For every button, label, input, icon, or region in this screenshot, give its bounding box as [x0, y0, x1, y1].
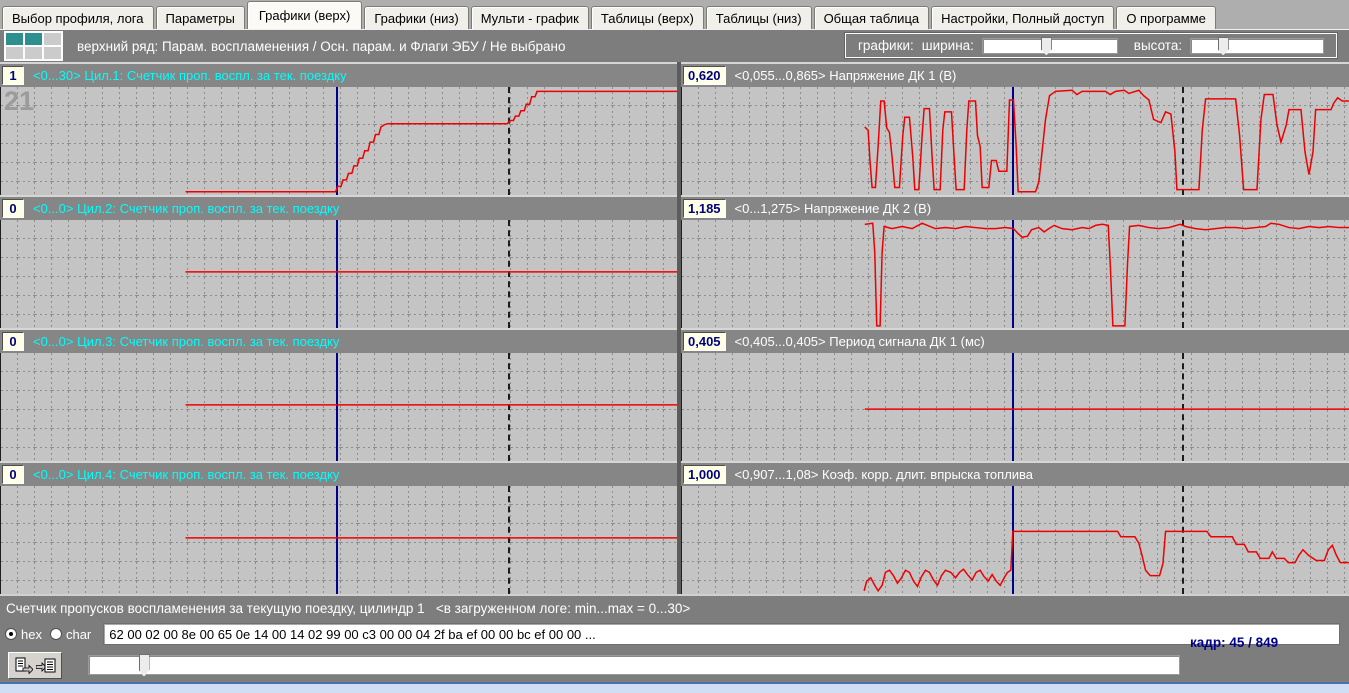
graph-o2-signal-period: 0,405 <0,405...0,405> Период сигнала ДК … [681, 328, 1349, 461]
char-radio-label[interactable]: char [66, 627, 91, 642]
graph-header: 1,185 <0...1,275> Напряжение ДК 2 (В) [681, 197, 1349, 220]
graph-plot-area[interactable]: 21 [0, 87, 677, 195]
height-slider-thumb[interactable] [1217, 36, 1229, 56]
tab-parameters[interactable]: Параметры [155, 6, 245, 29]
selector-cell-on[interactable] [24, 32, 43, 46]
graph-plot-area[interactable] [0, 353, 677, 461]
graph-current-value: 1,185 [683, 199, 726, 218]
graphs-label: графики: [858, 38, 914, 53]
graph-current-value: 0,405 [683, 332, 726, 351]
graph-title: <0,405...0,405> Период сигнала ДК 1 (мс) [734, 334, 985, 349]
graph-o2-sensor1-voltage: 0,620 <0,055...0,865> Напряжение ДК 1 (В… [681, 62, 1349, 195]
height-label: высота: [1133, 38, 1183, 53]
tab-tables-bottom[interactable]: Таблицы (низ) [705, 6, 812, 29]
app-window: Выбор профиля, лога Параметры Графики (в… [0, 0, 1349, 693]
graph-cyl3-misfire: 0 <0...0> Цил.3: Счетчик проп. воспл. за… [0, 328, 677, 461]
graph-title: <0,055...0,865> Напряжение ДК 1 (В) [734, 68, 957, 83]
graph-header: 1 <0...30> Цил.1: Счетчик проп. воспл. з… [0, 64, 677, 87]
graph-current-value: 1,000 [683, 465, 726, 484]
graph-header: 0 <0...0> Цил.2: Счетчик проп. воспл. за… [0, 197, 677, 220]
graph-title: <0...30> Цил.1: Счетчик проп. воспл. за … [33, 68, 347, 83]
char-radio[interactable] [49, 628, 62, 640]
tab-common-table[interactable]: Общая таблица [813, 6, 930, 29]
row-description-label: верхний ряд: Парам. воспламенения / Осн.… [77, 38, 566, 54]
tab-graphs-top[interactable]: Графики (верх) [246, 1, 363, 29]
graph-cyl1-misfire: 1 <0...30> Цил.1: Счетчик проп. воспл. з… [0, 62, 677, 195]
doc-arrow-in-icon [35, 658, 55, 672]
frame-slider-thumb[interactable] [138, 654, 150, 677]
export-button[interactable] [8, 651, 62, 679]
graph-o2-sensor2-voltage: 1,185 <0...1,275> Напряжение ДК 2 (В) [681, 195, 1349, 328]
height-slider[interactable] [1190, 36, 1324, 56]
graph-current-value: 0 [2, 332, 24, 351]
graph-plot-area[interactable] [681, 87, 1349, 195]
hex-radio-label[interactable]: hex [21, 627, 42, 642]
graph-plot-area[interactable] [681, 353, 1349, 461]
selected-parameter-description: Счетчик пропусков воспламенения за текущ… [6, 600, 691, 616]
graph-plot-area[interactable] [0, 220, 677, 328]
selector-cell-off[interactable] [43, 32, 62, 46]
selector-cell-off[interactable] [43, 46, 62, 60]
raw-frame-row: hex char 62 00 02 00 8e 00 65 0e 14 00 1… [0, 620, 1349, 648]
graphs-toolbar: верхний ряд: Парам. воспламенения / Осн.… [0, 29, 1349, 62]
tab-about[interactable]: О программе [1116, 6, 1216, 29]
graph-header: 0 <0...0> Цил.4: Счетчик проп. воспл. за… [0, 463, 677, 486]
raw-frame-data-field[interactable]: 62 00 02 00 8e 00 65 0e 14 00 14 02 99 0… [103, 623, 1340, 645]
graph-cyl4-misfire: 0 <0...0> Цил.4: Счетчик проп. воспл. за… [0, 461, 677, 594]
graph-title: <0...0> Цил.2: Счетчик проп. воспл. за т… [33, 201, 340, 216]
frame-number-label: кадр: 45 / 849 [1190, 635, 1279, 650]
hex-radio[interactable] [5, 628, 17, 640]
size-sliders-panel: графики: ширина: высота: [845, 33, 1337, 58]
graph-header: 0,620 <0,055...0,865> Напряжение ДК 1 (В… [681, 64, 1349, 87]
tab-graphs-bottom[interactable]: Графики (низ) [364, 6, 469, 29]
selector-cell-on[interactable] [5, 32, 24, 46]
playback-controls: кадр: 45 / 849 7:40:45,2 / 7:43:25,9 [0, 635, 1349, 693]
graph-current-value: 1 [2, 66, 24, 85]
raw-frame-bytes: 62 00 02 00 8e 00 65 0e 14 00 14 02 99 0… [109, 626, 596, 642]
graph-header: 0 <0...0> Цил.3: Счетчик проп. воспл. за… [0, 330, 677, 353]
graph-title: <0,907...1,08> Коэф. корр. длит. впрыска… [734, 467, 1034, 482]
graph-title: <0...0> Цил.4: Счетчик проп. воспл. за т… [33, 467, 340, 482]
graph-title: <0...1,275> Напряжение ДК 2 (В) [734, 201, 932, 216]
graph-current-value: 0 [2, 199, 24, 218]
frame-counter: кадр: 45 / 849 7:40:45,2 / 7:43:25,9 [1190, 605, 1317, 693]
width-slider-thumb[interactable] [1040, 36, 1052, 56]
width-slider[interactable] [981, 36, 1118, 56]
selector-cell-off[interactable] [5, 46, 24, 60]
graph-current-value: 0 [2, 465, 24, 484]
graph-cyl2-misfire: 0 <0...0> Цил.2: Счетчик проп. воспл. за… [0, 195, 677, 328]
graph-plot-area[interactable] [681, 220, 1349, 328]
graph-header: 1,000 <0,907...1,08> Коэф. корр. длит. в… [681, 463, 1349, 486]
graph-current-value: 0,620 [683, 66, 726, 85]
tab-tables-top[interactable]: Таблицы (верх) [590, 6, 704, 29]
tab-profile-log[interactable]: Выбор профиля, лога [2, 6, 154, 29]
frame-position-slider[interactable] [88, 654, 1180, 677]
tab-multi-graph[interactable]: Мульти - график [470, 6, 589, 29]
graph-plot-area[interactable] [0, 486, 677, 594]
graphs-grid: 1 <0...30> Цил.1: Счетчик проп. воспл. з… [0, 62, 1349, 594]
graph-plot-area[interactable] [681, 486, 1349, 594]
tab-settings-full-access[interactable]: Настройки, Полный доступ [931, 6, 1115, 29]
graph-header: 0,405 <0,405...0,405> Период сигнала ДК … [681, 330, 1349, 353]
graph-title: <0...0> Цил.3: Счетчик проп. воспл. за т… [33, 334, 340, 349]
status-bar: Счетчик пропусков воспламенения за текущ… [0, 594, 1349, 620]
selector-cell-off[interactable] [24, 46, 43, 60]
doc-arrow-out-icon [15, 657, 33, 674]
graph-injection-correction: 1,000 <0,907...1,08> Коэф. корр. длит. в… [681, 461, 1349, 594]
width-label: ширина: [921, 38, 974, 53]
row-selector-grid[interactable] [4, 31, 63, 61]
tab-bar: Выбор профиля, лога Параметры Графики (в… [0, 0, 1349, 29]
window-bottom-border [0, 682, 1349, 693]
